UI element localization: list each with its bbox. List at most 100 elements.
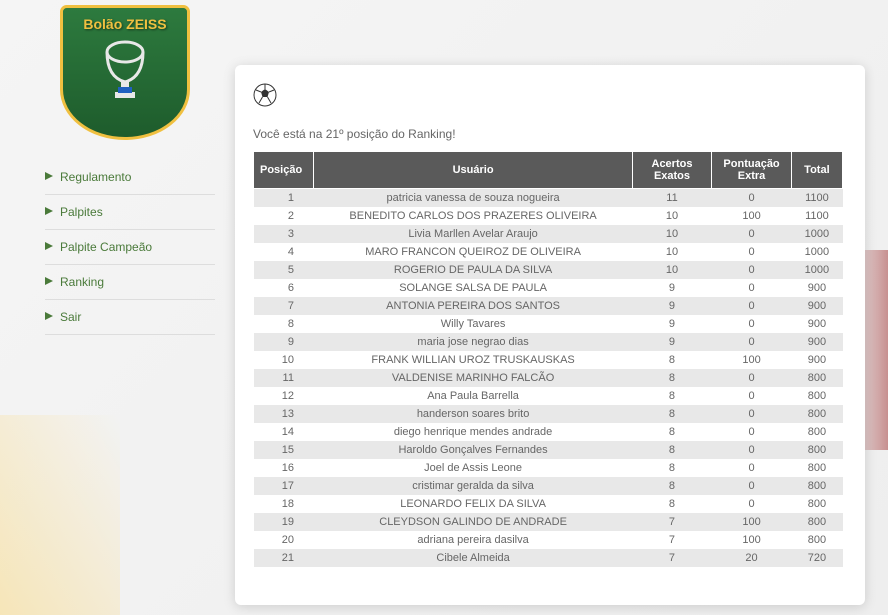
cell-pos: 12 — [254, 387, 314, 405]
cell-pos: 4 — [254, 243, 314, 261]
sidebar-item-regulamento[interactable]: Regulamento — [45, 160, 215, 195]
cell-exact: 10 — [632, 243, 712, 261]
cell-extra: 0 — [712, 189, 792, 208]
cell-pos: 13 — [254, 405, 314, 423]
table-row: 6SOLANGE SALSA DE PAULA90900 — [254, 279, 843, 297]
table-row: 2BENEDITO CARLOS DOS PRAZERES OLIVEIRA10… — [254, 207, 843, 225]
cell-pos: 22 — [254, 567, 314, 571]
cell-exact: 8 — [632, 441, 712, 459]
cell-user: patricia vanessa de souza nogueira — [314, 189, 632, 208]
cell-pos: 20 — [254, 531, 314, 549]
cell-extra: 0 — [712, 297, 792, 315]
table-row: 10FRANK WILLIAN UROZ TRUSKAUSKAS8100900 — [254, 351, 843, 369]
cell-user: maria jose negrao dias — [314, 333, 632, 351]
content-panel: Você está na 21º posição do Ranking! Pos… — [235, 65, 865, 605]
cell-user: adriana pereira dasilva — [314, 531, 632, 549]
sidebar-item-label: Sair — [60, 310, 81, 324]
sidebar-item-palpite-campeao[interactable]: Palpite Campeão — [45, 230, 215, 265]
table-row: 7ANTONIA PEREIRA DOS SANTOS90900 — [254, 297, 843, 315]
cell-exact: 10 — [632, 207, 712, 225]
table-row: 12Ana Paula Barrella80800 — [254, 387, 843, 405]
sidebar-item-sair[interactable]: Sair — [45, 300, 215, 335]
cell-pos: 11 — [254, 369, 314, 387]
cell-pos: 10 — [254, 351, 314, 369]
table-row: 22Regiane Aparecida Verona Bettini70700 — [254, 567, 843, 571]
cell-extra: 0 — [712, 225, 792, 243]
cell-exact: 9 — [632, 279, 712, 297]
cell-total: 700 — [791, 567, 842, 571]
cell-total: 1000 — [791, 261, 842, 279]
cell-pos: 9 — [254, 333, 314, 351]
cell-pos: 3 — [254, 225, 314, 243]
cell-total: 1000 — [791, 225, 842, 243]
cell-total: 1000 — [791, 243, 842, 261]
cell-pos: 18 — [254, 495, 314, 513]
cell-user: BENEDITO CARLOS DOS PRAZERES OLIVEIRA — [314, 207, 632, 225]
cell-extra: 0 — [712, 405, 792, 423]
cell-extra: 100 — [712, 351, 792, 369]
cell-user: Joel de Assis Leone — [314, 459, 632, 477]
cell-pos: 19 — [254, 513, 314, 531]
sidebar-item-label: Ranking — [60, 275, 104, 289]
cell-extra: 0 — [712, 261, 792, 279]
sidebar-item-ranking[interactable]: Ranking — [45, 265, 215, 300]
cell-exact: 8 — [632, 459, 712, 477]
table-row: 11VALDENISE MARINHO FALCÃO80800 — [254, 369, 843, 387]
cell-total: 800 — [791, 369, 842, 387]
sidebar-item-palpites[interactable]: Palpites — [45, 195, 215, 230]
ranking-message: Você está na 21º posição do Ranking! — [253, 127, 847, 141]
cell-user: LEONARDO FELIX DA SILVA — [314, 495, 632, 513]
table-row: 5ROGERIO DE PAULA DA SILVA1001000 — [254, 261, 843, 279]
cell-pos: 16 — [254, 459, 314, 477]
sidebar: Regulamento Palpites Palpite Campeão Ran… — [45, 160, 215, 335]
cell-total: 800 — [791, 387, 842, 405]
cell-extra: 0 — [712, 459, 792, 477]
cell-total: 900 — [791, 297, 842, 315]
cell-user: cristimar geralda da silva — [314, 477, 632, 495]
cell-exact: 8 — [632, 477, 712, 495]
cell-exact: 7 — [632, 531, 712, 549]
table-row: 1patricia vanessa de souza nogueira11011… — [254, 189, 843, 208]
cell-extra: 100 — [712, 531, 792, 549]
cell-total: 720 — [791, 549, 842, 567]
cell-exact: 8 — [632, 405, 712, 423]
cell-total: 1100 — [791, 207, 842, 225]
cell-extra: 0 — [712, 387, 792, 405]
cell-user: Willy Tavares — [314, 315, 632, 333]
cell-total: 800 — [791, 477, 842, 495]
sidebar-item-label: Regulamento — [60, 170, 131, 184]
cell-exact: 10 — [632, 225, 712, 243]
cell-exact: 10 — [632, 261, 712, 279]
table-row: 19CLEYDSON GALINDO DE ANDRADE7100800 — [254, 513, 843, 531]
cell-user: ANTONIA PEREIRA DOS SANTOS — [314, 297, 632, 315]
cell-pos: 5 — [254, 261, 314, 279]
sidebar-item-label: Palpites — [60, 205, 103, 219]
cell-exact: 7 — [632, 549, 712, 567]
cell-extra: 100 — [712, 513, 792, 531]
table-row: 15Haroldo Gonçalves Fernandes80800 — [254, 441, 843, 459]
cell-extra: 0 — [712, 567, 792, 571]
cell-exact: 8 — [632, 369, 712, 387]
sidebar-item-label: Palpite Campeão — [60, 240, 152, 254]
cell-total: 900 — [791, 279, 842, 297]
table-row: 20adriana pereira dasilva7100800 — [254, 531, 843, 549]
cell-extra: 0 — [712, 477, 792, 495]
cell-extra: 0 — [712, 333, 792, 351]
cell-user: handerson soares brito — [314, 405, 632, 423]
header-total: Total — [791, 152, 842, 189]
cell-total: 800 — [791, 495, 842, 513]
cell-user: ROGERIO DE PAULA DA SILVA — [314, 261, 632, 279]
table-row: 4MARO FRANCON QUEIROZ DE OLIVEIRA1001000 — [254, 243, 843, 261]
cell-user: FRANK WILLIAN UROZ TRUSKAUSKAS — [314, 351, 632, 369]
cell-exact: 9 — [632, 333, 712, 351]
cell-extra: 0 — [712, 495, 792, 513]
shield-badge: Bolão ZEISS — [60, 5, 190, 140]
cell-exact: 7 — [632, 513, 712, 531]
cell-pos: 6 — [254, 279, 314, 297]
cell-user: CLEYDSON GALINDO DE ANDRADE — [314, 513, 632, 531]
cell-extra: 100 — [712, 207, 792, 225]
cell-user: diego henrique mendes andrade — [314, 423, 632, 441]
cell-exact: 11 — [632, 189, 712, 208]
ranking-table-container[interactable]: Posição Usuário Acertos Exatos Pontuação… — [253, 151, 847, 571]
cell-exact: 8 — [632, 351, 712, 369]
